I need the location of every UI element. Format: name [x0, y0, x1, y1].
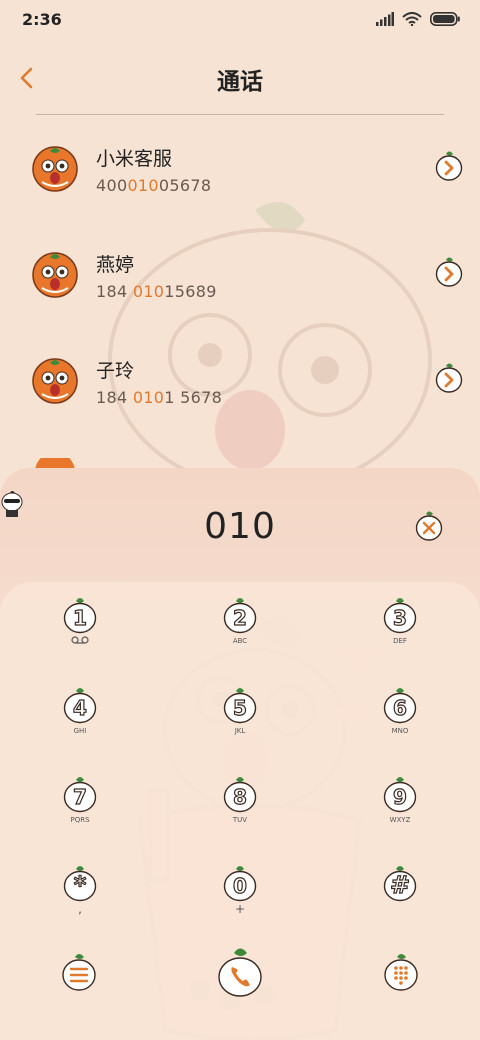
contact-detail-arrow-icon[interactable]	[434, 256, 464, 288]
dialpad-key-digit: 8	[233, 785, 247, 809]
contact-avatar	[32, 146, 78, 192]
contact-number: 184 01015689	[96, 282, 217, 301]
number-match-highlight: 010	[127, 176, 159, 195]
dialpad-key-digit: 6	[393, 696, 407, 720]
dialpad-key-digit: 0	[233, 874, 247, 898]
contact-row[interactable]: 燕婷 184 01015689	[0, 246, 480, 346]
contact-name: 子玲	[96, 360, 135, 382]
dialpad-key-digit: *	[74, 871, 87, 899]
contact-name: 小米客服	[96, 148, 173, 170]
status-icons	[376, 12, 460, 26]
dialpad-key-bubble-icon: 8	[223, 777, 257, 813]
dialpad-key[interactable]: 4 GHI	[50, 686, 110, 756]
page-title: 通话	[217, 69, 263, 95]
dialpad-key[interactable]: 0 +	[210, 864, 270, 934]
dialpad-key-digit: 7	[73, 785, 87, 809]
signal-icon	[376, 12, 394, 26]
dialpad-key[interactable]: 5 JKL	[210, 686, 270, 756]
dialpad-key-digit: 4	[73, 696, 87, 720]
dialpad-key[interactable]: 7 PQRS	[50, 775, 110, 845]
dialpad-key-letters: ,	[78, 902, 82, 916]
dialpad-key-letters: JKL	[234, 727, 246, 735]
dialpad-key-bubble-icon: 0	[223, 866, 257, 902]
contact-avatar	[32, 252, 78, 298]
dialpad-key-digit: 9	[393, 785, 407, 809]
dialpad-key-letters: +	[234, 902, 246, 916]
contact-detail-arrow-icon[interactable]	[434, 150, 464, 182]
dialpad-key-letters: ABC	[232, 637, 248, 645]
contact-row[interactable]: 小米客服 40001005678	[0, 140, 480, 240]
dialpad-key-letters	[50, 636, 110, 646]
dialpad-key-bubble-icon: 1	[63, 598, 97, 634]
contact-name: 燕婷	[96, 254, 135, 276]
dialpad-key-letters: PQRS	[70, 816, 90, 824]
dialpad-key-digit: 3	[393, 606, 407, 630]
status-time: 2:36	[22, 10, 62, 29]
dialed-number-display: 010	[204, 506, 276, 547]
dialpad-key-bubble-icon: 5	[223, 688, 257, 724]
call-button[interactable]	[217, 946, 263, 998]
contact-detail-arrow-icon[interactable]	[434, 362, 464, 394]
dialpad-key-digit: 5	[233, 696, 247, 720]
number-match-highlight: 010	[132, 388, 165, 407]
header-divider	[36, 114, 444, 115]
dialpad-key-letters: TUV	[232, 816, 248, 824]
dialpad-key[interactable]: 6 MNO	[370, 686, 430, 756]
dialpad-key-bubble-icon: *	[63, 866, 97, 902]
delete-digit-icon[interactable]	[414, 510, 444, 542]
voicemail-icon	[71, 636, 89, 644]
contact-number: 40001005678	[96, 176, 212, 195]
dialpad-key-letters: DEF	[393, 637, 407, 645]
number-match-highlight: 010	[132, 282, 165, 301]
dialpad-key-letters	[370, 904, 430, 914]
menu-icon[interactable]	[59, 952, 99, 992]
dialpad-key-letters: GHI	[73, 727, 87, 735]
dialpad-key-letters: MNO	[391, 727, 409, 735]
dialpad-key-bubble-icon: 7	[63, 777, 97, 813]
dialpad-key[interactable]: 8 TUV	[210, 775, 270, 845]
dialpad-key-digit: #	[390, 871, 410, 899]
dialpad-key-letters: WXYZ	[389, 816, 411, 824]
dialpad-key-bubble-icon: 2	[223, 598, 257, 634]
battery-icon	[430, 12, 460, 26]
dialpad-key-digit: 2	[233, 606, 247, 630]
keypad-toggle-icon[interactable]	[381, 952, 421, 992]
dialpad-key-bubble-icon: 3	[383, 598, 417, 634]
dialpad-key-bubble-icon: 6	[383, 688, 417, 724]
dialpad-key[interactable]: 2 ABC	[210, 596, 270, 666]
dialpad-key-digit: 1	[73, 606, 87, 630]
contact-number: 184 0101 5678	[96, 388, 223, 407]
dialpad-key[interactable]: 9 WXYZ	[370, 775, 430, 845]
dialpad-key[interactable]: 1	[50, 596, 110, 666]
dialpad-key-bubble-icon: #	[383, 866, 417, 902]
contact-row[interactable]: 子玲 184 0101 5678	[0, 352, 480, 452]
dialpad-key[interactable]: 3 DEF	[370, 596, 430, 666]
contact-avatar	[32, 358, 78, 404]
wifi-icon	[402, 12, 422, 26]
dialpad-key[interactable]: #	[370, 864, 430, 934]
dialpad-key-bubble-icon: 4	[63, 688, 97, 724]
dialpad-key[interactable]: *,	[50, 864, 110, 934]
dialpad-key-bubble-icon: 9	[383, 777, 417, 813]
